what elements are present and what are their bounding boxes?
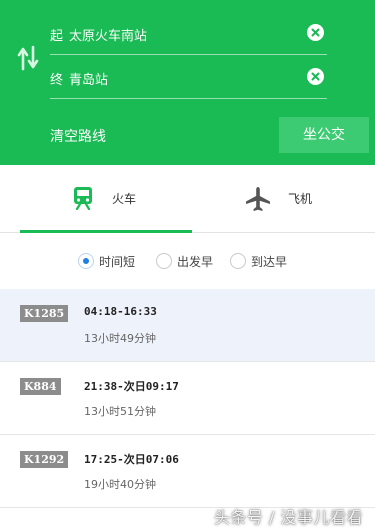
sort-option-label: 时间短 [99, 255, 136, 269]
train-duration: 19小时40分钟 [84, 478, 156, 491]
radio-selected[interactable] [78, 253, 94, 269]
train-row[interactable]: K1285 04:18-16:33 13小时49分钟 [0, 289, 375, 362]
clear-route-link[interactable]: 清空路线 [50, 126, 106, 146]
plane-icon [244, 185, 272, 213]
train-time: 17:25-次日07:06 [84, 453, 179, 466]
start-prefix: 起 [50, 29, 64, 44]
bus-button[interactable]: 坐公交 [279, 117, 369, 153]
radio[interactable] [230, 253, 246, 269]
train-row[interactable]: K884 21:38-次日09:17 13小时51分钟 [0, 362, 375, 435]
train-time: 04:18-16:33 [84, 305, 157, 318]
sort-option-label: 到达早 [251, 255, 288, 269]
train-code-badge: K1285 [20, 305, 69, 322]
train-row[interactable]: K1292 17:25-次日07:06 19小时40分钟 [0, 435, 375, 508]
train-code-badge: K1292 [20, 451, 69, 468]
tab-plane-label: 飞机 [288, 192, 313, 206]
sort-option-label: 出发早 [177, 255, 214, 269]
clear-start-icon[interactable] [307, 24, 324, 41]
sort-options: 时间短 出发早 到达早 [0, 233, 375, 289]
watermark: 头条号 / 没事儿看看 [213, 508, 363, 527]
tab-train[interactable]: 火车 [20, 165, 192, 233]
transport-tabs: 火车 飞机 [0, 165, 375, 233]
train-time: 21:38-次日09:17 [84, 380, 179, 393]
tab-plane[interactable]: 飞机 [192, 165, 375, 233]
radio[interactable] [156, 253, 172, 269]
start-station-field[interactable]: 起 太原火车南站 [50, 11, 327, 55]
start-station-value: 太原火车南站 [69, 29, 148, 44]
clear-end-icon[interactable] [307, 68, 324, 85]
train-list: K1285 04:18-16:33 13小时49分钟 K884 21:38-次日… [0, 289, 375, 508]
train-code-badge: K884 [20, 378, 61, 395]
train-duration: 13小时51分钟 [84, 405, 156, 418]
end-prefix: 终 [50, 73, 64, 88]
end-station-field[interactable]: 终 青岛站 [50, 55, 327, 99]
swap-icon[interactable] [17, 45, 39, 71]
route-panel: 起 太原火车南站 终 青岛站 清空路线 坐公交 [0, 0, 375, 165]
train-duration: 13小时49分钟 [84, 332, 156, 345]
train-icon [73, 186, 93, 211]
end-station-value: 青岛站 [69, 73, 109, 88]
tab-train-label: 火车 [112, 192, 137, 206]
